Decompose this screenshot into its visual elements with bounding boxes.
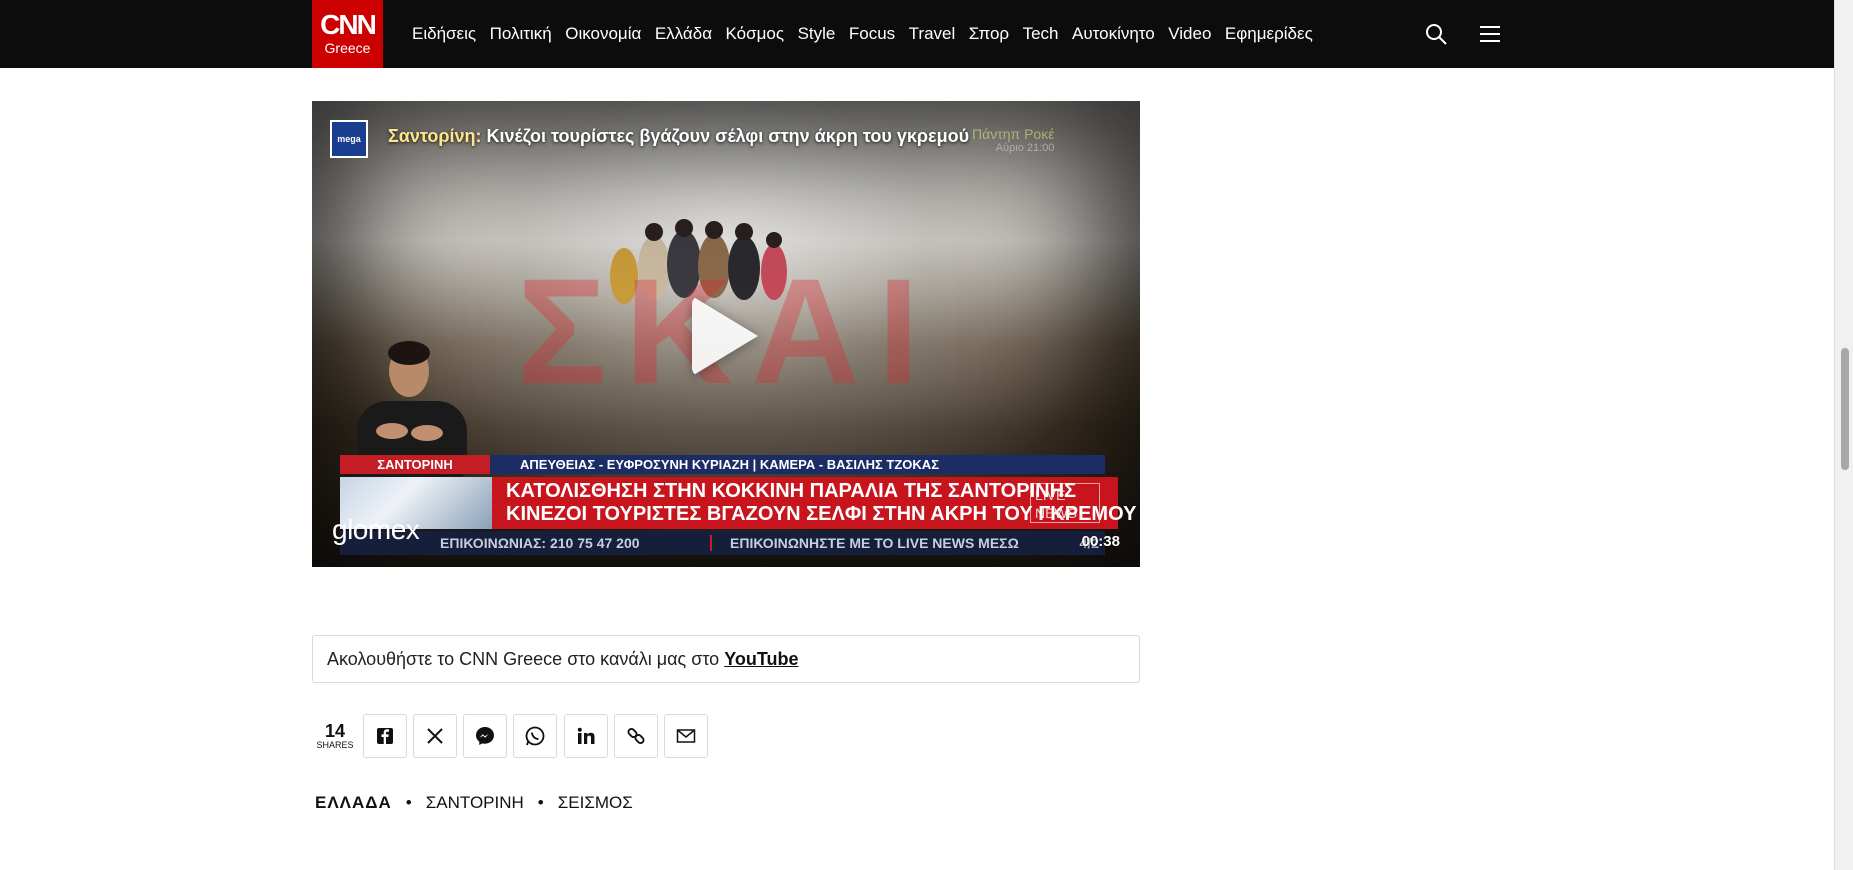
location-label: ΣΑΝΤΟΡΙΝΗ <box>340 455 490 474</box>
search-icon[interactable] <box>1424 22 1448 46</box>
video-title-prefix: Σαντορίνη: <box>388 126 482 146</box>
tag-main[interactable]: ΕΛΛΑΔΑ <box>315 793 392 812</box>
tag-separator: • <box>405 793 412 812</box>
tag-item[interactable]: ΣΑΝΤΟΡΙΝΗ <box>426 793 524 812</box>
site-header: CNN Greece Ειδήσεις Πολιτική Οικονομία Ε… <box>0 0 1835 68</box>
tag-item[interactable]: ΣΕΙΣΜΟΣ <box>558 793 633 812</box>
main-nav: Ειδήσεις Πολιτική Οικονομία Ελλάδα Κόσμο… <box>412 24 1326 44</box>
youtube-link[interactable]: YouTube <box>724 649 798 669</box>
linkedin-icon <box>577 727 595 744</box>
nav-item[interactable]: Εφημερίδες <box>1225 24 1313 44</box>
link-icon <box>627 728 645 744</box>
ticker-separator <box>710 535 712 551</box>
video-player[interactable]: ΣΚΑΙ mega Σαντορίνη: Κινέζοι τουρίστες β… <box>312 101 1140 567</box>
live-news-badge: LIVE NEWS <box>1030 483 1100 523</box>
email-icon <box>676 729 696 743</box>
news-ticker: ΕΠΙΚΟΙΝΩΝΙΑΣ: 210 75 47 200 ΕΠΙΚΟΙΝΩΝΗΣΤ… <box>340 531 1105 555</box>
nav-item[interactable]: Σπορ <box>969 24 1009 44</box>
cnn-greece-logo[interactable]: CNN Greece <box>312 0 383 68</box>
nav-item[interactable]: Style <box>798 24 836 44</box>
share-email-button[interactable] <box>664 714 708 758</box>
share-x-button[interactable] <box>413 714 457 758</box>
video-duration: 00:38 <box>1081 533 1120 550</box>
promo-time: Αύριο 21:00 <box>995 142 1055 154</box>
glomex-logo[interactable]: glomex <box>332 514 420 546</box>
news-lower-third: ΣΑΝΤΟΡΙΝΗ ΑΠΕΥΘΕΙΑΣ - ΕΥΦΡΟΣΥΝΗ ΚΥΡΙΑΖΗ … <box>312 453 1140 567</box>
credits-text: ΑΠΕΥΘΕΙΑΣ - ΕΥΦΡΟΣΥΝΗ ΚΥΡΙΑΖΗ | ΚΑΜΕΡΑ -… <box>520 457 939 472</box>
share-linkedin-button[interactable] <box>564 714 608 758</box>
article-tags: ΕΛΛΑΔΑ • ΣΑΝΤΟΡΙΝΗ • ΣΕΙΣΜΟΣ <box>315 793 633 813</box>
nav-item[interactable]: Ελλάδα <box>655 24 712 44</box>
nav-item[interactable]: Ειδήσεις <box>412 24 476 44</box>
promo-show: Πάντηπ Ροκέ <box>972 126 1055 142</box>
nav-item[interactable]: Αυτοκίνητο <box>1072 24 1155 44</box>
logo-cnn-text: CNN <box>320 9 377 40</box>
share-count: 14 SHARES <box>312 722 358 750</box>
headline-line-1: ΚΑΤΟΛΙΣΘΗΣΗ ΣΤΗΝ ΚΟΚΚΙΝΗ ΠΑΡΑΛΙΑ ΤΗΣ ΣΑΝ… <box>506 480 1077 502</box>
tag-separator: • <box>537 793 544 812</box>
mega-channel-badge[interactable]: mega <box>330 120 368 158</box>
nav-item[interactable]: Focus <box>849 24 895 44</box>
nav-item[interactable]: Κόσμος <box>726 24 785 44</box>
scrollbar-thumb[interactable] <box>1841 348 1849 470</box>
video-title-rest: Κινέζοι τουρίστες βγάζουν σέλφι στην άκρ… <box>481 126 970 146</box>
share-link-button[interactable] <box>614 714 658 758</box>
nav-item[interactable]: Tech <box>1023 24 1059 44</box>
nav-item[interactable]: Πολιτική <box>490 24 552 44</box>
share-whatsapp-button[interactable] <box>513 714 557 758</box>
messenger-icon <box>476 727 494 745</box>
share-messenger-button[interactable] <box>463 714 507 758</box>
menu-icon[interactable] <box>1478 22 1502 46</box>
credits-strip: ΣΑΝΤΟΡΙΝΗ ΑΠΕΥΘΕΙΑΣ - ΕΥΦΡΟΣΥΝΗ ΚΥΡΙΑΖΗ … <box>340 455 1105 474</box>
nav-item[interactable]: Οικονομία <box>565 24 641 44</box>
follow-label: Ακολουθήστε το CNN Greece στο κανάλι μας… <box>327 649 725 669</box>
headline-banner: ΚΑΤΟΛΙΣΘΗΣΗ ΣΤΗΝ ΚΟΚΚΙΝΗ ΠΑΡΑΛΙΑ ΤΗΣ ΣΑΝ… <box>492 477 1136 529</box>
video-title[interactable]: Σαντορίνη: Κινέζοι τουρίστες βγάζουν σέλ… <box>388 126 969 147</box>
nav-item[interactable]: Travel <box>909 24 956 44</box>
logo-greece-text: Greece <box>324 40 371 56</box>
share-count-label: SHARES <box>316 740 354 750</box>
follow-text: Ακολουθήστε το CNN Greece στο κανάλι μας… <box>327 649 799 670</box>
ticker-message: ΕΠΙΚΟΙΝΩΝΗΣΤΕ ΜΕ ΤΟ LIVE NEWS ΜΕΣΩ <box>730 535 1019 551</box>
play-icon[interactable] <box>692 296 758 376</box>
whatsapp-icon <box>525 726 545 746</box>
ticker-phone: ΕΠΙΚΟΙΝΩΝΙΑΣ: 210 75 47 200 <box>440 535 640 551</box>
nav-item[interactable]: Video <box>1168 24 1211 44</box>
share-facebook-button[interactable] <box>363 714 407 758</box>
x-icon <box>427 728 443 744</box>
youtube-follow-box: Ακολουθήστε το CNN Greece στο κανάλι μας… <box>312 635 1140 683</box>
share-count-number: 14 <box>324 721 346 741</box>
facebook-icon <box>377 728 393 744</box>
tv-promo: Πάντηπ Ροκέ Αύριο 21:00 <box>972 127 1054 155</box>
